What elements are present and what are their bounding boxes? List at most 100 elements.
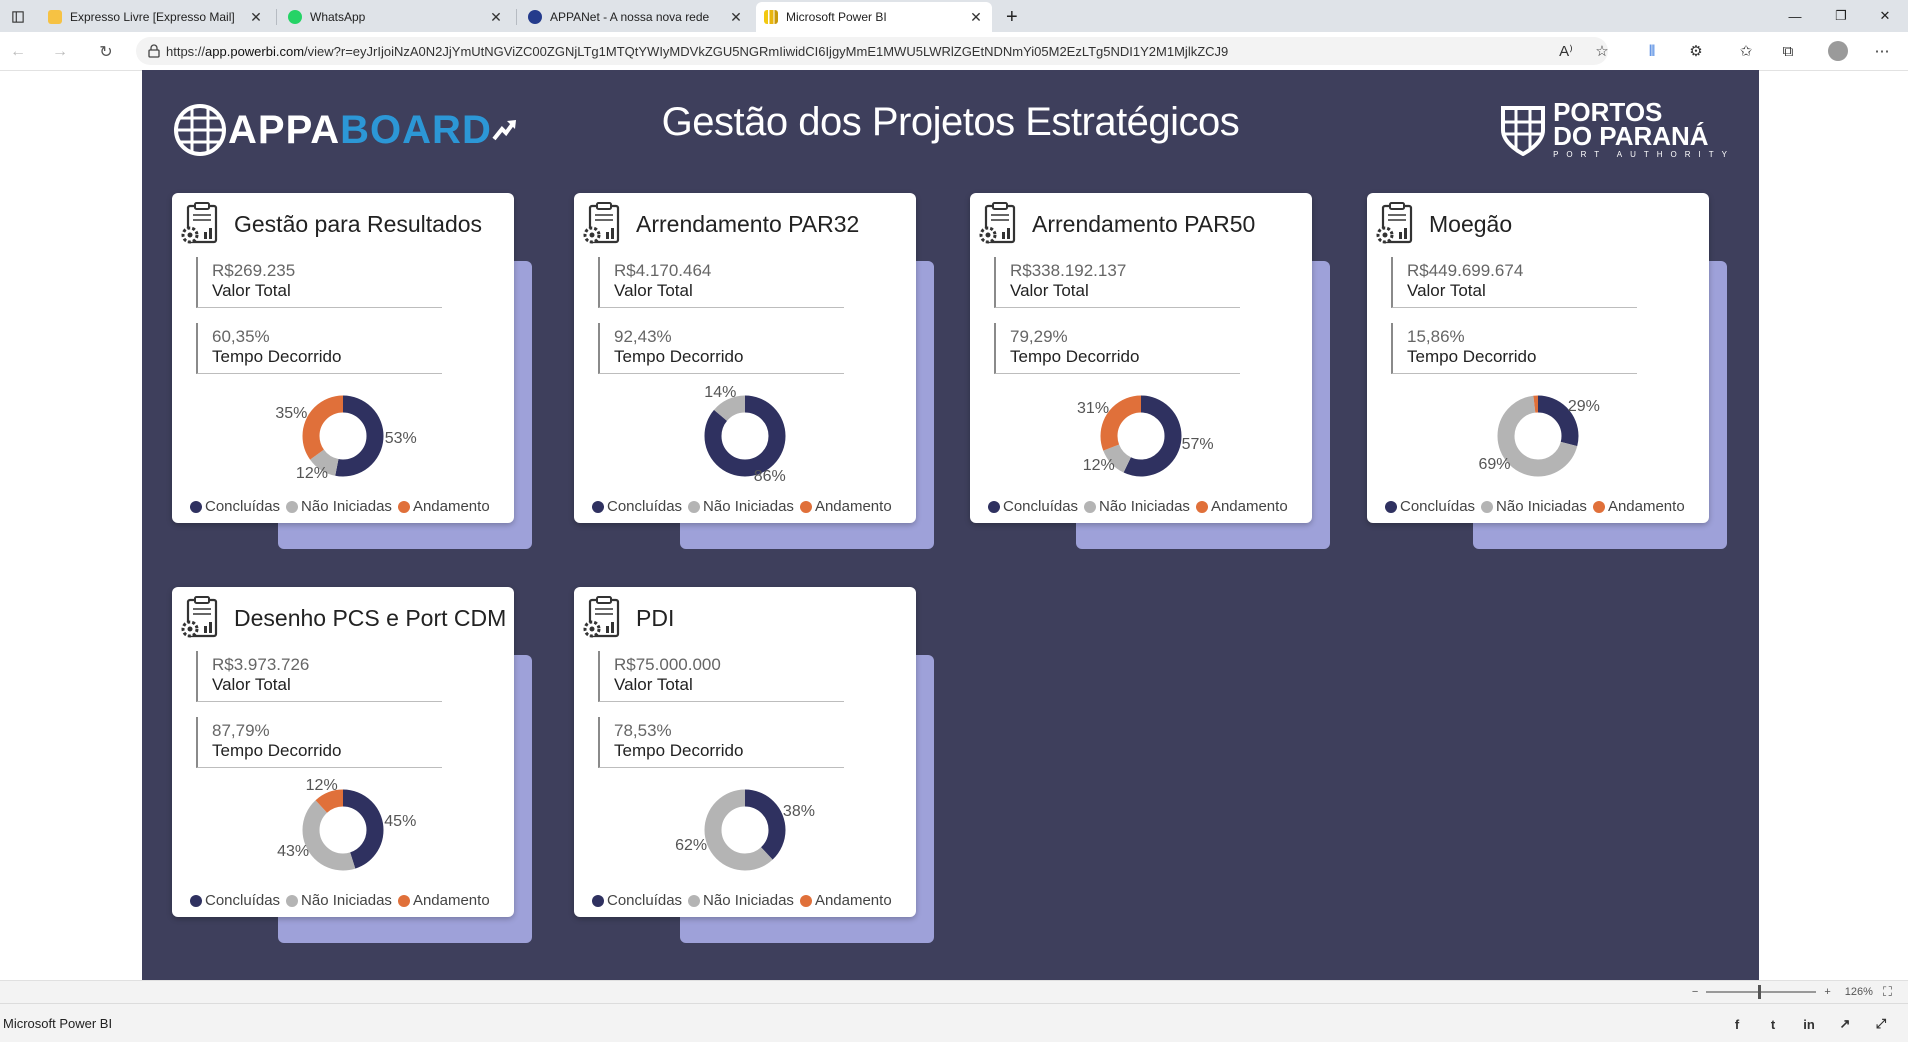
legend-andamento[interactable]: Andamento — [1195, 498, 1288, 515]
close-tab-icon[interactable]: ✕ — [248, 9, 264, 26]
legend-nao-iniciadas[interactable]: Não Iniciadas — [1084, 498, 1190, 515]
chart-legend: Concluídas Não Iniciadas Andamento — [592, 498, 898, 515]
legend-andamento[interactable]: Andamento — [1592, 498, 1685, 515]
kpi-tempo-decorrido: 15,86% Tempo Decorrido — [1391, 323, 1637, 374]
legend-label: Concluídas — [607, 498, 683, 515]
zoom-out-button[interactable]: − — [1692, 986, 1698, 998]
card-header: Arrendamento PAR50 — [978, 201, 1255, 247]
tab-powerbi[interactable]: Microsoft Power BI ✕ — [756, 2, 992, 32]
address-bar: ← → ↻ https://app.powerbi.com/view?r=eyJ… — [0, 32, 1908, 71]
kpi-label: Tempo Decorrido — [614, 347, 744, 366]
tab-title: Microsoft Power BI — [786, 10, 887, 24]
lock-icon[interactable] — [148, 44, 160, 58]
status-donut-chart[interactable] — [704, 789, 786, 871]
legend-concluidas[interactable]: Concluídas — [190, 498, 280, 515]
new-tab-button[interactable]: + — [998, 2, 1026, 32]
legend-concluidas[interactable]: Concluídas — [1385, 498, 1475, 515]
kpi-label: Tempo Decorrido — [1010, 347, 1140, 366]
project-card[interactable]: PDI R$75.000.000 Valor Total 78,53% Temp… — [574, 587, 916, 917]
tab-appanet[interactable]: APPANet - A nossa nova rede ✕ — [520, 2, 752, 32]
facebook-icon[interactable]: f — [1728, 1015, 1746, 1033]
close-tab-icon[interactable]: ✕ — [728, 9, 744, 26]
card-header: Arrendamento PAR32 — [582, 201, 859, 247]
legend-label: Não Iniciadas — [1099, 498, 1190, 515]
zoom-slider[interactable] — [1706, 985, 1817, 999]
legend-concluidas[interactable]: Concluídas — [190, 892, 280, 909]
kpi-value: R$3.973.726 — [212, 655, 310, 674]
linkedin-icon[interactable]: in — [1800, 1015, 1818, 1033]
donut-label-concluidas: 53% — [384, 430, 417, 448]
url-field[interactable]: https://app.powerbi.com/view?r=eyJrIjoiN… — [136, 37, 1608, 65]
tab-actions-icon[interactable] — [4, 2, 32, 32]
donut-label-nao_iniciadas: 62% — [675, 836, 708, 854]
legend-label: Não Iniciadas — [703, 498, 794, 515]
collections-icon[interactable]: ⧉ — [1776, 39, 1800, 63]
favorites-icon[interactable]: ✩ — [1734, 39, 1758, 63]
legend-label: Concluídas — [205, 498, 281, 515]
restore-icon[interactable]: ❐ — [1818, 0, 1864, 32]
chart-legend: Concluídas Não Iniciadas Andamento — [1385, 498, 1691, 515]
project-card[interactable]: Arrendamento PAR32 R$4.170.464 Valor Tot… — [574, 193, 916, 523]
legend-nao-iniciadas[interactable]: Não Iniciadas — [1481, 498, 1587, 515]
tab-whatsapp[interactable]: WhatsApp ✕ — [280, 2, 512, 32]
legend-nao-iniciadas[interactable]: Não Iniciadas — [286, 498, 392, 515]
project-card[interactable]: Gestão para Resultados R$269.235 Valor T… — [172, 193, 514, 523]
close-tab-icon[interactable]: ✕ — [968, 9, 984, 26]
kpi-value: 15,86% — [1407, 327, 1465, 346]
legend-concluidas[interactable]: Concluídas — [592, 892, 682, 909]
tab-title: Expresso Livre [Expresso Mail] — [70, 10, 235, 24]
kpi-value: 87,79% — [212, 721, 270, 740]
kpi-tempo-decorrido: 79,29% Tempo Decorrido — [994, 323, 1240, 374]
legend-label: Não Iniciadas — [1496, 498, 1587, 515]
close-window-icon[interactable]: ✕ — [1862, 0, 1908, 32]
close-tab-icon[interactable]: ✕ — [488, 9, 504, 26]
project-card[interactable]: Arrendamento PAR50 R$338.192.137 Valor T… — [970, 193, 1312, 523]
project-card[interactable]: Desenho PCS e Port CDM R$3.973.726 Valor… — [172, 587, 514, 917]
status-donut-chart[interactable] — [704, 395, 786, 477]
fit-page-icon[interactable]: ⛶ — [1883, 984, 1892, 1000]
legend-nao-iniciadas[interactable]: Não Iniciadas — [286, 892, 392, 909]
minimize-icon[interactable]: — — [1772, 0, 1818, 32]
refresh-icon[interactable]: ↻ — [94, 40, 118, 64]
card-title: Arrendamento PAR32 — [636, 210, 860, 237]
clipboard-chart-icon — [583, 596, 620, 638]
browser-tab-bar: Expresso Livre [Expresso Mail] ✕ WhatsAp… — [0, 0, 1908, 32]
kpi-valor-total: R$75.000.000 Valor Total — [598, 651, 844, 702]
project-card[interactable]: Moegão R$449.699.674 Valor Total 15,86% … — [1367, 193, 1709, 523]
twitter-icon[interactable]: t — [1764, 1015, 1782, 1033]
kpi-label: Valor Total — [614, 281, 693, 300]
card-title: Desenho PCS e Port CDM — [234, 604, 507, 631]
legend-andamento[interactable]: Andamento — [397, 498, 490, 515]
tab-expresso[interactable]: Expresso Livre [Expresso Mail] ✕ — [40, 2, 272, 32]
legend-andamento[interactable]: Andamento — [799, 892, 892, 909]
kpi-label: Valor Total — [1407, 281, 1486, 300]
legend-andamento[interactable]: Andamento — [799, 498, 892, 515]
chart-legend: Concluídas Não Iniciadas Andamento — [190, 892, 496, 909]
legend-andamento[interactable]: Andamento — [397, 892, 490, 909]
zoom-in-button[interactable]: + — [1824, 986, 1830, 998]
card-header: Desenho PCS e Port CDM — [180, 595, 506, 641]
donut-label-nao_iniciadas: 43% — [277, 843, 310, 861]
status-donut-chart[interactable] — [302, 789, 384, 871]
read-aloud-icon[interactable]: A⁾ — [1554, 39, 1578, 63]
card-header: Gestão para Resultados — [180, 201, 482, 247]
legend-concluidas[interactable]: Concluídas — [988, 498, 1078, 515]
portos-sub: PORT AUTHORITY — [1553, 150, 1735, 159]
donut-label-concluidas: 38% — [782, 803, 815, 821]
report-canvas: APPABOARD Gestão dos Projetos Estratégic… — [142, 70, 1759, 980]
extensions-icon[interactable]: ⚙ — [1684, 39, 1708, 63]
kpi-label: Tempo Decorrido — [212, 741, 342, 760]
legend-nao-iniciadas[interactable]: Não Iniciadas — [688, 498, 794, 515]
favorite-add-icon[interactable]: ☆ — [1590, 39, 1614, 63]
kpi-tempo-decorrido: 60,35% Tempo Decorrido — [196, 323, 442, 374]
legend-concluidas[interactable]: Concluídas — [592, 498, 682, 515]
back-icon[interactable]: ← — [6, 40, 30, 64]
legend-label: Andamento — [1607, 498, 1685, 515]
extension-icon[interactable]: ⦀ — [1640, 39, 1664, 63]
forward-icon[interactable]: → — [48, 40, 72, 64]
fullscreen-icon[interactable]: ⤢ — [1872, 1015, 1890, 1033]
legend-nao-iniciadas[interactable]: Não Iniciadas — [688, 892, 794, 909]
more-menu-icon[interactable]: ⋯ — [1870, 39, 1894, 63]
share-icon[interactable]: ↗ — [1836, 1015, 1854, 1033]
profile-avatar-icon[interactable] — [1826, 39, 1850, 63]
